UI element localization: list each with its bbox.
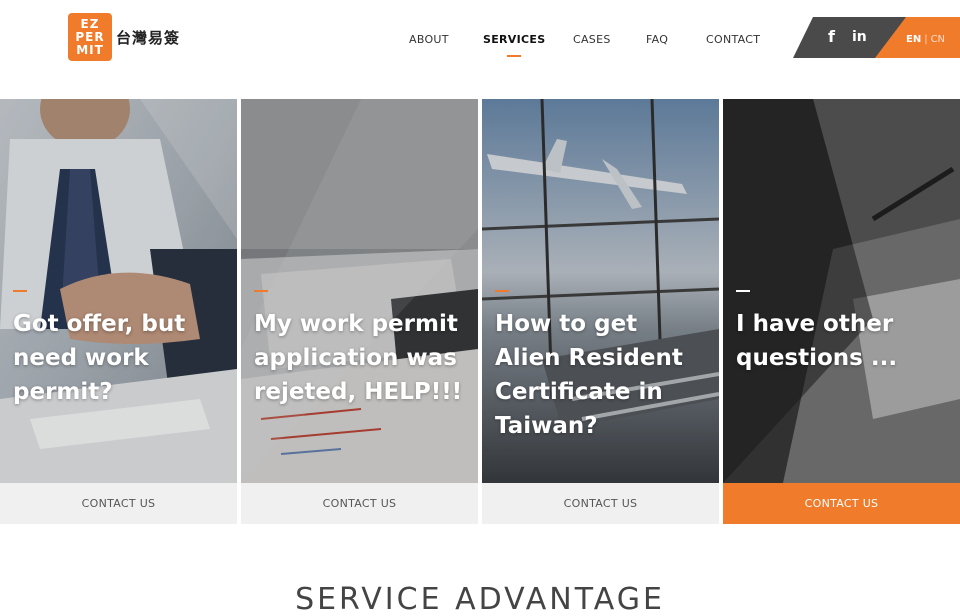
nav-item-faq[interactable]: FAQ [646,33,668,46]
contact-us-button[interactable]: CONTACT US [482,483,719,524]
logo-mark: EZ PER MIT [68,13,112,61]
writing-photo-icon [723,99,960,483]
nav-item-cases[interactable]: CASES [573,33,611,46]
service-card-rejected: My work permit application was rejeted, … [241,99,478,524]
linkedin-icon[interactable]: in [852,29,867,45]
logo-line-2: PER [75,29,105,44]
card-title: My work permit application was rejeted, … [254,311,463,405]
nav-item-contact[interactable]: CONTACT [706,33,760,46]
service-card-other: I have other questions ... CONTACT US [723,99,960,524]
lang-en[interactable]: EN [906,34,921,45]
handshake-photo-icon [0,99,237,483]
contact-us-button[interactable]: CONTACT US [723,483,960,524]
card-dash [13,290,27,292]
brand-logo[interactable]: EZ PER MIT 台灣易簽 [68,13,180,61]
card-title: I have other questions ... [736,311,898,371]
contact-us-button[interactable]: CONTACT US [241,483,478,524]
nav-active-indicator [507,55,522,57]
lang-cn[interactable]: CN [931,34,945,45]
card-dash [736,290,750,292]
card-title: Got offer, but need work permit? [13,311,186,405]
document-photo-icon [241,99,478,483]
facebook-icon[interactable]: f [828,27,835,46]
card-dash [254,290,268,292]
section-title: SERVICE ADVANTAGE [295,582,665,616]
social-bar: f in [793,17,960,58]
nav-item-services-label: SERVICES [483,33,546,46]
logo-line-3: MIT [76,42,104,57]
service-card-arc: How to get Alien Resident Certificate in… [482,99,719,524]
site-header: EZ PER MIT 台灣易簽 ABOUT SERVICES CASES FAQ… [0,0,960,99]
nav-item-services[interactable]: SERVICES [483,33,546,57]
lang-separator: | [924,34,928,45]
card-title: How to get Alien Resident Certificate in… [495,311,683,439]
nav-item-about[interactable]: ABOUT [409,33,449,46]
brand-name: 台灣易簽 [116,28,181,47]
contact-us-button[interactable]: CONTACT US [0,483,237,524]
card-dash [495,290,509,292]
logo-line-1: EZ [80,16,100,31]
service-card-work-permit: Got offer, but need work permit? CONTACT… [0,99,237,524]
language-switcher: EN | CN [906,34,945,45]
